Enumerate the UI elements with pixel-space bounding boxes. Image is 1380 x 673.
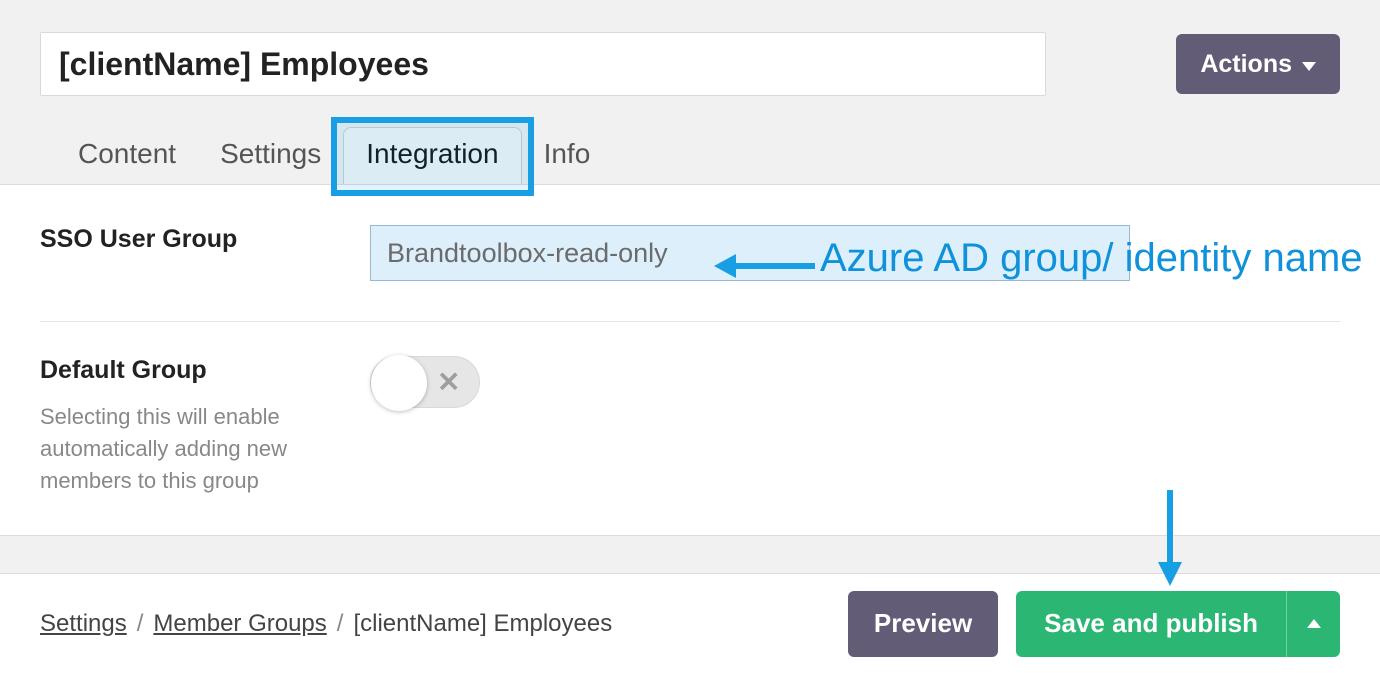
main-panel: SSO User Group Brandtoolbox-read-only De… [0, 184, 1380, 536]
caret-up-icon [1307, 619, 1321, 628]
tab-label: Info [544, 138, 591, 169]
breadcrumb-sep: / [137, 610, 144, 638]
tab-integration[interactable]: Integration [343, 127, 521, 184]
sso-label: SSO User Group [40, 225, 370, 254]
breadcrumb-current: [clientName] Employees [353, 610, 612, 638]
tab-strip: Content Settings Integration Info [0, 96, 1380, 184]
field-sso-label-col: SSO User Group [40, 225, 370, 281]
header-row: Actions [0, 0, 1380, 96]
default-group-help: Selecting this will enable automatically… [40, 401, 320, 497]
caret-down-icon [1302, 62, 1316, 71]
actions-button[interactable]: Actions [1176, 34, 1340, 94]
page-title-input[interactable] [40, 32, 1046, 96]
breadcrumb: Settings / Member Groups / [clientName] … [40, 610, 612, 638]
tab-content[interactable]: Content [56, 128, 198, 184]
toggle-knob [371, 355, 427, 411]
breadcrumb-sep: / [337, 610, 344, 638]
field-default-group-label-col: Default Group Selecting this will enable… [40, 356, 370, 497]
save-and-publish-button[interactable]: Save and publish [1016, 591, 1286, 657]
field-default-group-value-col: ✕ [370, 356, 1324, 497]
save-button-group: Save and publish [1016, 591, 1340, 657]
footer-bar: Settings / Member Groups / [clientName] … [0, 573, 1380, 673]
preview-button-label: Preview [874, 608, 972, 638]
breadcrumb-member-groups[interactable]: Member Groups [153, 610, 326, 638]
close-icon: ✕ [437, 366, 460, 399]
default-group-toggle[interactable]: ✕ [370, 356, 480, 408]
field-sso-row: SSO User Group Brandtoolbox-read-only [0, 185, 1380, 281]
field-default-group-row: Default Group Selecting this will enable… [0, 322, 1380, 497]
preview-button[interactable]: Preview [848, 591, 998, 657]
tab-settings[interactable]: Settings [198, 128, 343, 184]
save-dropdown-button[interactable] [1286, 591, 1340, 657]
save-button-label: Save and publish [1044, 608, 1258, 638]
tab-label: Settings [220, 138, 321, 169]
tab-label: Content [78, 138, 176, 169]
tab-label: Integration [366, 138, 498, 169]
default-group-label: Default Group [40, 356, 370, 385]
field-sso-value-col: Brandtoolbox-read-only [370, 225, 1324, 281]
tab-info[interactable]: Info [522, 128, 613, 184]
sso-user-group-input[interactable]: Brandtoolbox-read-only [370, 225, 1130, 281]
sso-user-group-value: Brandtoolbox-read-only [387, 238, 668, 269]
breadcrumb-settings[interactable]: Settings [40, 610, 127, 638]
actions-button-label: Actions [1200, 50, 1292, 79]
